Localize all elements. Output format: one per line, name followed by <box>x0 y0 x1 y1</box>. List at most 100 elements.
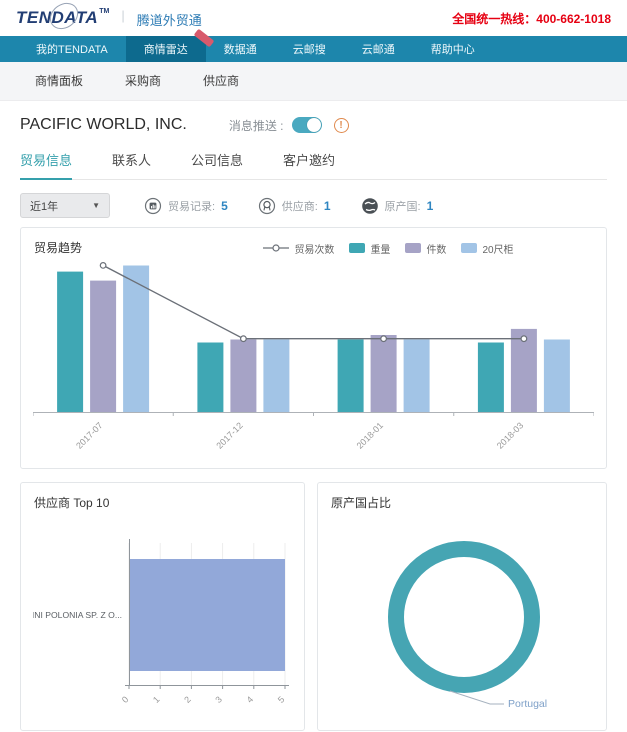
origin-donut-chart[interactable]: Portugal <box>328 513 596 732</box>
main-nav: 我的TENDATA商情雷达数据通云邮搜云邮通帮助中心 <box>0 36 627 62</box>
trade-count-line <box>103 265 524 338</box>
donut-label-leader-line <box>450 691 504 704</box>
line-marker-icon <box>263 243 289 253</box>
origin-svg: Portugal <box>328 513 596 727</box>
suppliers-svg: 0 1 2 3 4 5 PINI POLONIA SP. Z O... <box>33 517 292 725</box>
nav-item-1[interactable]: 商情雷达 <box>126 36 206 62</box>
line-point-2017-12[interactable] <box>241 336 247 342</box>
origin-panel: 原产国占比 Portugal <box>317 482 607 731</box>
x-tick-label: 2017-12 <box>214 420 244 450</box>
subnav-item-2[interactable]: 供应商 <box>203 72 239 89</box>
x-tick-label: 2017-07 <box>74 420 104 450</box>
stat-value-1: 1 <box>324 199 331 213</box>
origin-country-icon <box>361 197 379 215</box>
trade-trend-legend: 贸易次数 重量 件数 20尺柜 <box>183 239 594 257</box>
nav-item-2[interactable]: 数据通 <box>206 36 275 62</box>
supplier-x-tick: 2 <box>182 694 193 705</box>
nav-item-3[interactable]: 云邮搜 <box>275 36 344 62</box>
bar-件数-2017-12[interactable] <box>230 340 256 413</box>
bar-重量-2018-03[interactable] <box>478 343 504 413</box>
stat-value-2: 1 <box>427 199 434 213</box>
supplier-x-tick: 3 <box>213 694 224 705</box>
legend-label-2: 件数 <box>426 241 446 256</box>
x-tick-label: 2018-03 <box>495 420 525 450</box>
tab-1[interactable]: 联系人 <box>112 150 151 179</box>
supplier-x-tick: 0 <box>120 694 131 705</box>
bar-重量-2018-01[interactable] <box>338 340 364 413</box>
tab-bar: 贸易信息 联系人 公司信息 客户邀约 <box>20 150 607 180</box>
supplier-bar-PINI POLONIA SP. Z O...[interactable] <box>129 559 285 671</box>
chevron-down-icon: ▼ <box>92 201 100 210</box>
tab-0[interactable]: 贸易信息 <box>20 150 72 180</box>
product-name: 腾道外贸通 <box>137 8 202 29</box>
logo-text: TENDATA <box>16 8 98 28</box>
subnav-item-0[interactable]: 商情面板 <box>35 72 83 89</box>
toggle-knob <box>307 118 321 132</box>
stat-2: 原产国: 1 <box>361 197 434 215</box>
x-tick-label: 2018-01 <box>355 420 385 450</box>
supplier-x-tick: 5 <box>276 694 287 705</box>
nav-item-5[interactable]: 帮助中心 <box>413 36 493 62</box>
stat-value-0: 5 <box>221 199 228 213</box>
stat-0: 贸易记录: 5 <box>144 197 228 215</box>
line-point-2018-01[interactable] <box>381 336 387 342</box>
bar-重量-2017-07[interactable] <box>57 272 83 412</box>
bar-件数-2018-01[interactable] <box>371 335 397 412</box>
subnav-item-1[interactable]: 采购商 <box>125 72 161 89</box>
logo[interactable]: TENDATA TM | 腾道外贸通 <box>16 8 202 29</box>
bar-重量-2017-12[interactable] <box>197 343 223 413</box>
app-header: TENDATA TM | 腾道外贸通 全国统一热线：400-662-1018 <box>0 0 627 36</box>
legend-swatch-icon <box>405 243 421 253</box>
date-range-value: 近1年 <box>30 198 58 214</box>
trade-records-icon <box>144 197 162 215</box>
bar-20尺柜-2017-12[interactable] <box>263 340 289 413</box>
company-name: PACIFIC WORLD, INC. <box>20 116 187 134</box>
legend-item-1[interactable]: 重量 <box>349 241 390 256</box>
nav-item-0[interactable]: 我的TENDATA <box>18 36 126 62</box>
line-point-2017-07[interactable] <box>100 263 106 269</box>
push-label: 消息推送 : <box>229 117 284 134</box>
stats-row: 贸易记录: 5 供应商: 1 原产国: 1 <box>144 197 433 215</box>
trade-trend-svg: 2017-07 2017-12 2018-01 2018-03 <box>33 257 594 453</box>
sub-nav: 商情面板 采购商 供应商 <box>0 62 627 101</box>
stat-label-0: 贸易记录: <box>168 198 215 214</box>
tab-3[interactable]: 客户邀约 <box>283 150 335 179</box>
supplier-category-label: PINI POLONIA SP. Z O... <box>33 610 122 620</box>
suppliers-chart[interactable]: 0 1 2 3 4 5 PINI POLONIA SP. Z O... <box>33 517 292 730</box>
legend-item-0[interactable]: 贸易次数 <box>263 241 334 256</box>
line-point-2018-03[interactable] <box>521 336 527 342</box>
origin-title: 原产国占比 <box>331 494 391 511</box>
bar-件数-2017-07[interactable] <box>90 281 116 412</box>
legend-label-3: 20尺柜 <box>482 241 513 256</box>
legend-label-1: 重量 <box>370 241 390 256</box>
logo-trademark: TM <box>99 8 109 15</box>
suppliers-title: 供应商 Top 10 <box>34 494 109 511</box>
hotline-number: 全国统一热线：400-662-1018 <box>452 10 611 27</box>
stat-1: 供应商: 1 <box>258 197 331 215</box>
stat-label-1: 供应商: <box>282 198 318 214</box>
bar-20尺柜-2018-01[interactable] <box>404 340 430 413</box>
bar-20尺柜-2018-03[interactable] <box>544 340 570 413</box>
legend-item-2[interactable]: 件数 <box>405 241 446 256</box>
supplier-x-tick: 4 <box>245 694 256 705</box>
logo-divider: | <box>121 8 124 23</box>
trade-trend-chart[interactable]: 2017-07 2017-12 2018-01 2018-03 <box>33 257 594 458</box>
donut-slice-Portugal[interactable] <box>396 549 532 685</box>
tab-2[interactable]: 公司信息 <box>191 150 243 179</box>
filter-row: 近1年 ▼ 贸易记录: 5 供应商: 1 原产国: 1 <box>20 193 607 218</box>
content-area: 贸易趋势 贸易次数重量件数20尺柜 2017-072017-122018-012… <box>0 227 627 731</box>
date-range-select[interactable]: 近1年 ▼ <box>20 193 110 218</box>
donut-slice-label: Portugal <box>508 698 547 710</box>
nav-item-4[interactable]: 云邮通 <box>344 36 413 62</box>
supplier-x-tick: 1 <box>151 694 162 705</box>
hint-icon[interactable]: ! <box>334 118 349 133</box>
suppliers-panel: 供应商 Top 10 0 1 2 3 4 5 PINI POLONIA SP. Z O... <box>20 482 305 731</box>
trade-trend-panel: 贸易趋势 贸易次数重量件数20尺柜 2017-072017-122018-012… <box>20 227 607 469</box>
trade-trend-title: 贸易趋势 <box>34 239 82 256</box>
legend-item-3[interactable]: 20尺柜 <box>461 241 513 256</box>
bottom-panels: 供应商 Top 10 0 1 2 3 4 5 PINI POLONIA SP. Z O...… <box>20 482 607 731</box>
supplier-icon <box>258 197 276 215</box>
stat-label-2: 原产国: <box>385 198 421 214</box>
legend-swatch-icon <box>461 243 477 253</box>
message-push-toggle[interactable] <box>292 117 322 133</box>
